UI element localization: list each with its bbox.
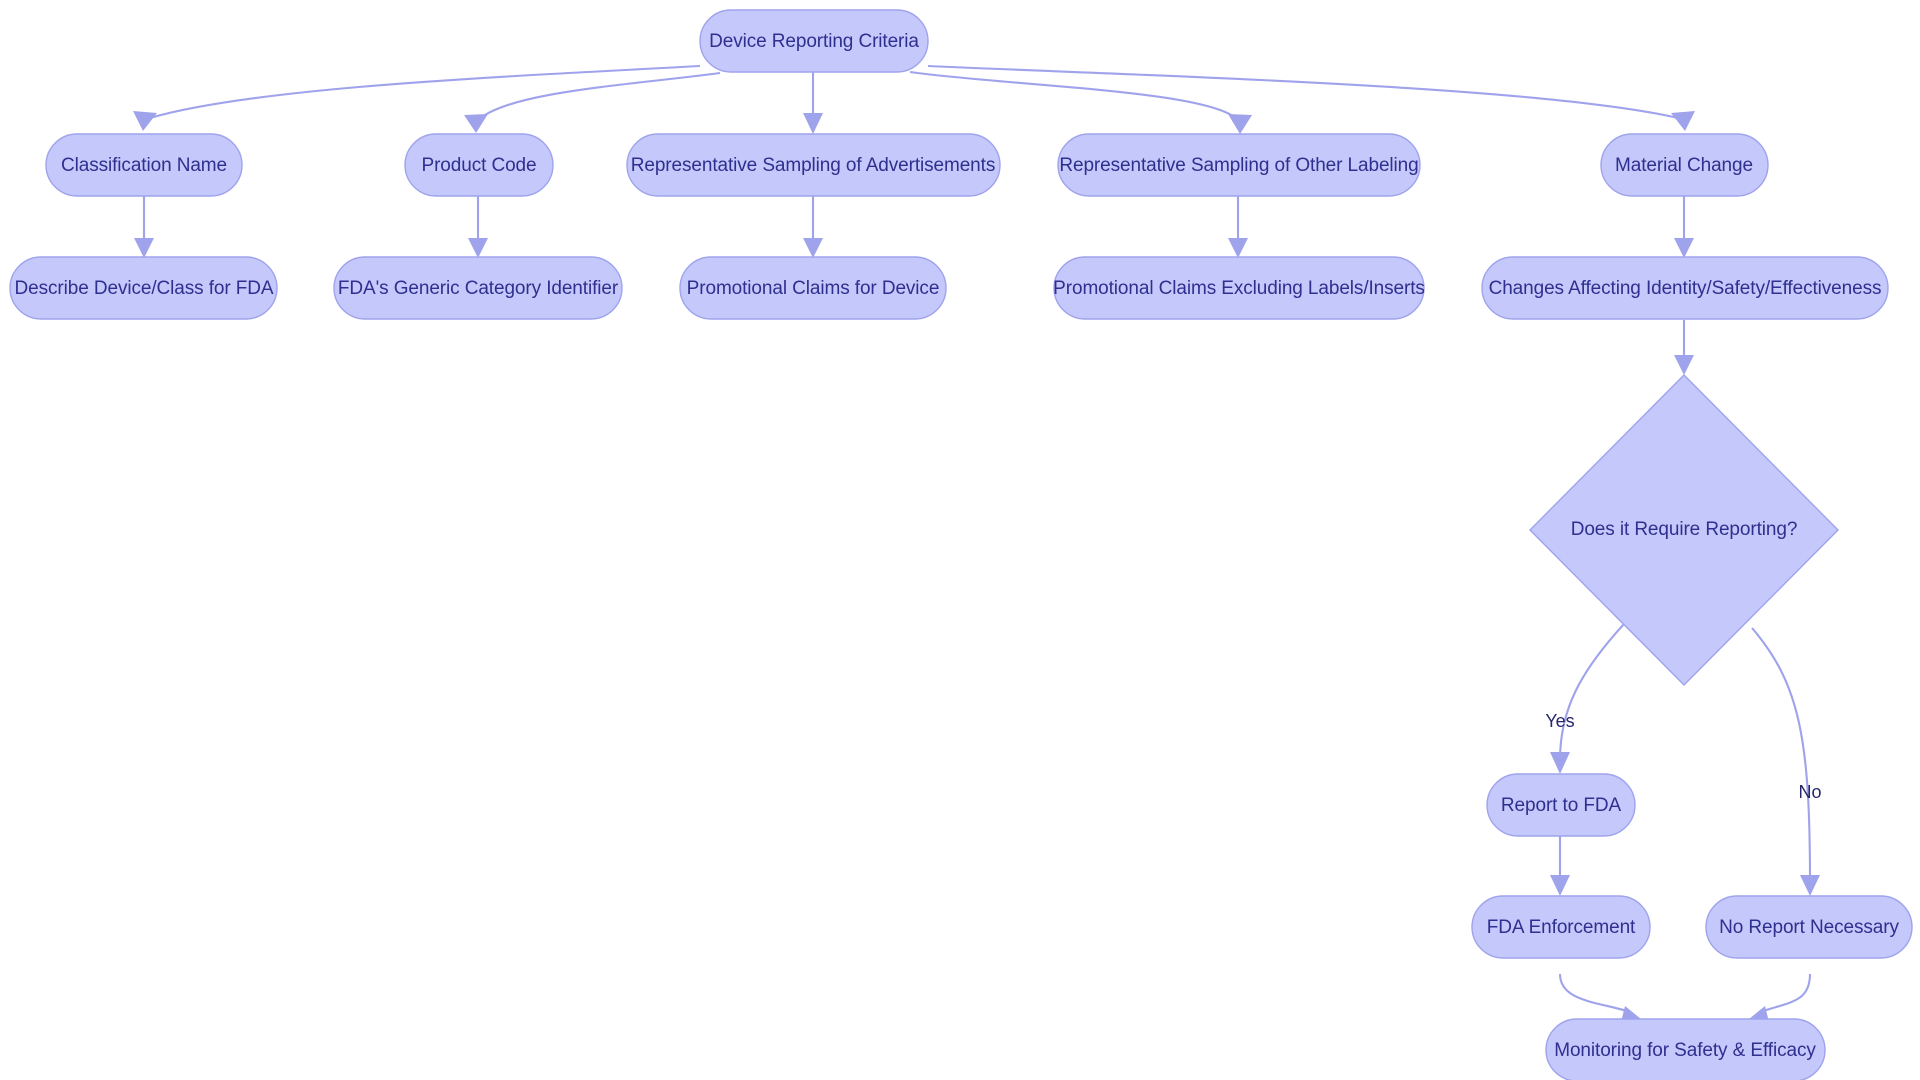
node-promo-claims-device[interactable]: Promotional Claims for Device xyxy=(679,256,947,320)
arrow-head-icon xyxy=(1674,355,1694,375)
edge-changes-affecting-to-decision xyxy=(1674,320,1694,375)
node-shape[interactable] xyxy=(9,256,278,320)
edge-fda-enforcement-to-monitoring xyxy=(1558,973,1641,1026)
edge-root-to-classification-name xyxy=(133,64,701,131)
node-shape[interactable] xyxy=(626,133,1001,197)
node-describe-device[interactable]: Describe Device/Class for FDA xyxy=(9,256,278,320)
edge-path xyxy=(1751,627,1812,884)
node-no-report-necessary[interactable]: No Report Necessary xyxy=(1705,895,1913,959)
arrow-head-icon xyxy=(1674,238,1694,258)
flowchart-canvas: Yes No Device Reporting Criteria Classif… xyxy=(0,0,1920,1080)
edge-product-code-to-generic-category xyxy=(468,196,488,258)
node-monitoring[interactable]: Monitoring for Safety & Efficacy xyxy=(1545,1018,1826,1080)
edge-rep-sampling-other-to-promo-claims-excluding xyxy=(1228,196,1248,258)
flowchart-svg: Yes No Device Reporting Criteria Classif… xyxy=(9,9,1913,1080)
edge-path xyxy=(1558,623,1625,761)
node-shape[interactable] xyxy=(1486,773,1636,837)
node-shape[interactable] xyxy=(1529,374,1839,686)
edge-classification-name-to-describe-device xyxy=(134,196,154,258)
node-shape[interactable] xyxy=(699,9,929,73)
node-shape[interactable] xyxy=(1471,895,1651,959)
node-shape[interactable] xyxy=(1053,256,1425,320)
edge-root-to-rep-sampling-other xyxy=(909,70,1252,134)
node-report-to-fda[interactable]: Report to FDA xyxy=(1486,773,1636,837)
node-shape[interactable] xyxy=(404,133,554,197)
edge-path xyxy=(477,71,721,121)
edge-material-change-to-changes-affecting xyxy=(1674,196,1694,258)
edge-root-to-product-code xyxy=(464,71,721,133)
arrow-head-icon xyxy=(1228,238,1248,258)
node-classification-name[interactable]: Classification Name xyxy=(45,133,243,197)
node-changes-affecting[interactable]: Changes Affecting Identity/Safety/Effect… xyxy=(1481,256,1889,320)
node-material-change[interactable]: Material Change xyxy=(1600,133,1769,197)
arrow-head-icon xyxy=(134,238,154,258)
node-rep-sampling-other[interactable]: Representative Sampling of Other Labelin… xyxy=(1057,133,1421,197)
edge-path xyxy=(149,64,701,120)
node-shape[interactable] xyxy=(1545,1018,1826,1080)
arrow-head-icon xyxy=(1550,752,1570,774)
arrow-head-icon xyxy=(464,114,488,133)
node-promo-claims-excluding[interactable]: Promotional Claims Excluding Labels/Inse… xyxy=(1053,256,1425,320)
node-root[interactable]: Device Reporting Criteria xyxy=(699,9,929,73)
node-shape[interactable] xyxy=(1705,895,1913,959)
node-rep-sampling-ads[interactable]: Representative Sampling of Advertisement… xyxy=(626,133,1001,197)
node-fda-enforcement[interactable]: FDA Enforcement xyxy=(1471,895,1651,959)
edge-root-to-material-change xyxy=(927,64,1695,131)
edge-path xyxy=(1558,973,1631,1013)
node-shape[interactable] xyxy=(679,256,947,320)
edge-decision-to-report-to-fda: Yes xyxy=(1545,623,1625,774)
node-decision-reporting[interactable]: Does it Require Reporting? xyxy=(1529,374,1839,686)
nodes-layer: Device Reporting Criteria Classification… xyxy=(9,9,1913,1080)
edge-rep-sampling-ads-to-promo-claims-device xyxy=(803,196,823,258)
edge-report-to-fda-to-fda-enforcement xyxy=(1550,836,1570,896)
edge-label-yes: Yes xyxy=(1545,711,1574,731)
edge-decision-to-no-report-necessary: No xyxy=(1751,627,1822,896)
node-shape[interactable] xyxy=(45,133,243,197)
node-shape[interactable] xyxy=(1057,133,1421,197)
node-shape[interactable] xyxy=(1481,256,1889,320)
edge-path xyxy=(909,70,1239,121)
arrow-head-icon xyxy=(133,111,157,131)
node-generic-category[interactable]: FDA's Generic Category Identifier xyxy=(333,256,623,320)
node-product-code[interactable]: Product Code xyxy=(404,133,554,197)
edge-path xyxy=(1759,973,1812,1013)
arrow-head-icon xyxy=(803,238,823,258)
edge-no-report-necessary-to-monitoring xyxy=(1749,973,1812,1026)
arrow-head-icon xyxy=(1800,875,1820,896)
node-shape[interactable] xyxy=(1600,133,1769,197)
edge-root-to-rep-sampling-ads xyxy=(803,72,823,134)
arrow-head-icon xyxy=(1228,114,1252,134)
node-shape[interactable] xyxy=(333,256,623,320)
arrow-head-icon xyxy=(468,238,488,258)
edge-path xyxy=(927,64,1679,120)
edge-label-no: No xyxy=(1798,782,1821,802)
arrow-head-icon xyxy=(803,113,823,134)
arrow-head-icon xyxy=(1550,875,1570,896)
arrow-head-icon xyxy=(1671,111,1695,131)
